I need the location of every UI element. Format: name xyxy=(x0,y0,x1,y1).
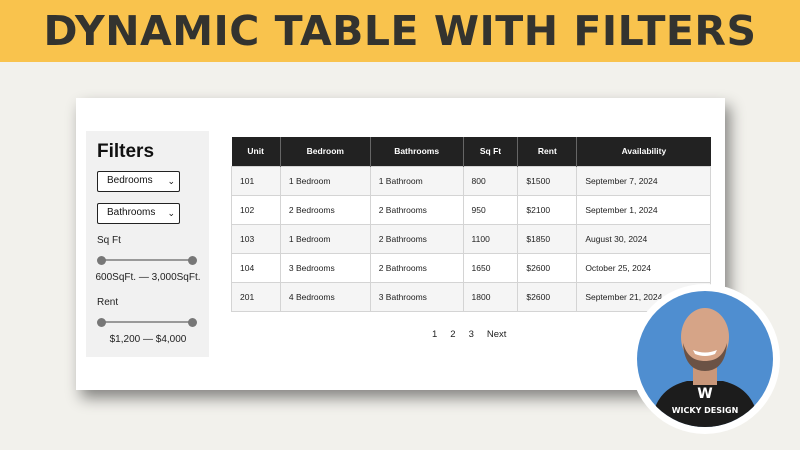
presenter-illustration: W WICKY DESIGN xyxy=(651,308,759,427)
banner-title: DYNAMIC TABLE WITH FILTERS xyxy=(43,7,757,55)
rent-cell: $1500 xyxy=(517,165,578,196)
bathrooms-cell: 3 Bathrooms xyxy=(369,281,464,312)
page-link-2[interactable]: 2 xyxy=(450,329,455,340)
bedrooms-select[interactable]: Bedrooms ⌄ xyxy=(97,171,180,192)
rent-max-handle[interactable] xyxy=(188,317,197,327)
filters-title: Filters xyxy=(97,141,155,162)
column-header[interactable]: Rent xyxy=(517,137,578,166)
unit-cell: 103 xyxy=(231,223,281,254)
rent-label: Rent xyxy=(97,297,119,308)
bedrooms-select-value: Bedrooms xyxy=(107,175,153,186)
shirt-logo-text: WICKY DESIGN xyxy=(672,406,739,415)
column-header[interactable]: Unit xyxy=(231,137,281,166)
sqft-label: Sq Ft xyxy=(97,235,121,246)
table-row[interactable]: 103 1 Bedroom 2 Bathrooms 1100 $1850 Aug… xyxy=(231,223,711,254)
unit-cell: 101 xyxy=(231,165,281,196)
sqft-slider-track[interactable] xyxy=(97,255,197,265)
rent-range-value: $1,200 — $4,000 xyxy=(109,334,187,345)
unit-cell: 104 xyxy=(231,252,281,283)
table-row[interactable]: 102 2 Bedrooms 2 Bathrooms 950 $2100 Sep… xyxy=(231,194,711,225)
sqft-min-handle[interactable] xyxy=(97,255,106,265)
bedroom-cell: 1 Bedroom xyxy=(279,165,371,196)
chevron-down-icon: ⌄ xyxy=(167,176,175,186)
bedroom-cell: 4 Bedrooms xyxy=(279,281,371,312)
sqft-cell: 1650 xyxy=(462,252,519,283)
column-header[interactable]: Sq Ft xyxy=(463,137,519,166)
rent-min-handle[interactable] xyxy=(97,317,106,327)
rent-cell: $1850 xyxy=(517,223,578,254)
units-table: Unit Bedroom Bathrooms Sq Ft Rent Availa… xyxy=(231,137,711,312)
availability-cell: September 7, 2024 xyxy=(576,165,711,196)
chevron-down-icon: ⌄ xyxy=(167,208,175,218)
unit-cell: 102 xyxy=(231,194,281,225)
availability-cell: September 1, 2024 xyxy=(576,194,711,225)
table-row[interactable]: 201 4 Bedrooms 3 Bathrooms 1800 $2600 Se… xyxy=(231,281,711,312)
table-row[interactable]: 101 1 Bedroom 1 Bathroom 800 $1500 Septe… xyxy=(231,165,711,196)
availability-cell: October 25, 2024 xyxy=(576,252,711,283)
sqft-max-handle[interactable] xyxy=(188,255,197,265)
bedroom-cell: 3 Bedrooms xyxy=(279,252,371,283)
column-header[interactable]: Availability xyxy=(576,137,711,166)
sqft-cell: 1800 xyxy=(462,281,519,312)
bathrooms-cell: 2 Bathrooms xyxy=(369,223,464,254)
pagination: 1 2 3 Next xyxy=(432,329,506,340)
rent-slider-track[interactable] xyxy=(97,317,197,327)
sqft-cell: 1100 xyxy=(462,223,519,254)
unit-cell: 201 xyxy=(231,281,281,312)
table-header-row: Unit Bedroom Bathrooms Sq Ft Rent Availa… xyxy=(231,137,711,166)
sqft-range-value: 600SqFt. — 3,000SqFt. xyxy=(95,272,201,283)
bathrooms-cell: 2 Bathrooms xyxy=(369,194,464,225)
page-link-3[interactable]: 3 xyxy=(469,329,474,340)
sqft-cell: 800 xyxy=(462,165,519,196)
rent-cell: $2600 xyxy=(517,281,578,312)
table-row[interactable]: 104 3 Bedrooms 2 Bathrooms 1650 $2600 Oc… xyxy=(231,252,711,283)
bedroom-cell: 2 Bedrooms xyxy=(279,194,371,225)
page-link-1[interactable]: 1 xyxy=(432,329,437,340)
bathrooms-cell: 1 Bathroom xyxy=(369,165,464,196)
bedroom-cell: 1 Bedroom xyxy=(279,223,371,254)
presenter-photo: W WICKY DESIGN xyxy=(637,291,773,427)
bathrooms-cell: 2 Bathrooms xyxy=(369,252,464,283)
availability-cell: August 30, 2024 xyxy=(576,223,711,254)
shirt-logo-mark: W xyxy=(697,386,712,402)
rent-cell: $2600 xyxy=(517,252,578,283)
column-header[interactable]: Bathrooms xyxy=(370,137,464,166)
rent-cell: $2100 xyxy=(517,194,578,225)
next-page-link[interactable]: Next xyxy=(487,329,507,340)
column-header[interactable]: Bedroom xyxy=(280,137,371,166)
bathrooms-select-value: Bathrooms xyxy=(107,207,156,218)
sqft-cell: 950 xyxy=(462,194,519,225)
bathrooms-select[interactable]: Bathrooms ⌄ xyxy=(97,203,180,224)
